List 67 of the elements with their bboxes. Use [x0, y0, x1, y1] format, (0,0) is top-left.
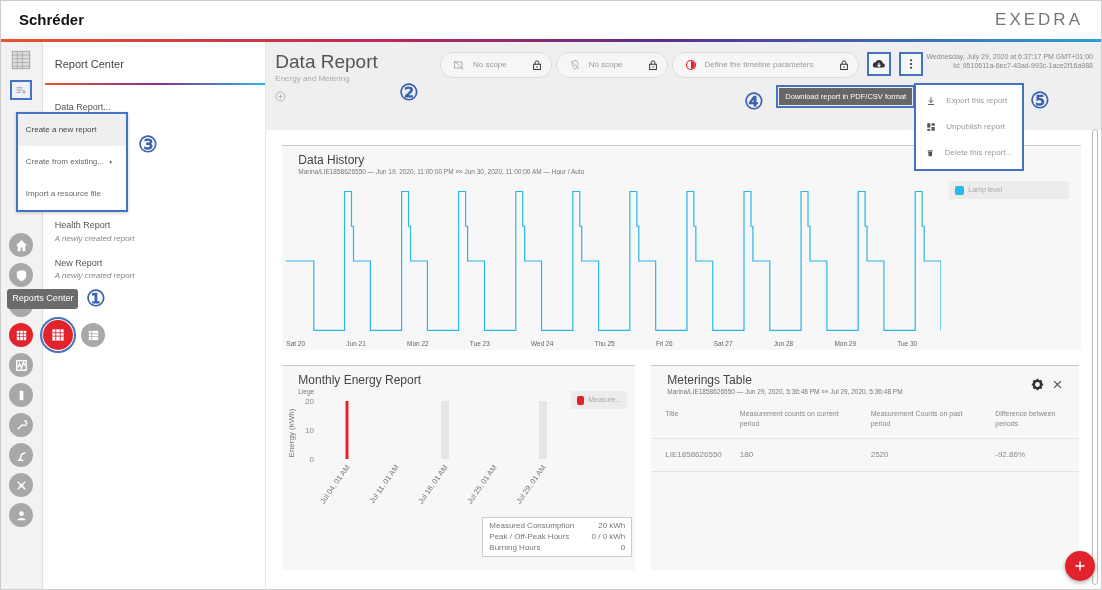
close-icon[interactable]	[1052, 379, 1064, 390]
dashboard-icon	[926, 122, 937, 132]
summary-value: 20 kWh	[598, 520, 626, 532]
user-button[interactable]	[9, 503, 34, 527]
drone-button[interactable]	[9, 473, 34, 497]
table-cell: -92.86%	[981, 438, 1080, 472]
report-description: A newly created report	[54, 232, 136, 245]
card-title: Meterings Table	[667, 374, 753, 388]
company-logo: Schréder	[19, 9, 85, 30]
scrollbar[interactable]	[1092, 129, 1098, 585]
tick-label: 0	[309, 454, 315, 464]
lock-icon	[530, 59, 543, 71]
table-cell: 180	[725, 438, 857, 472]
callout-number: ④	[744, 91, 765, 113]
plus-icon	[1074, 560, 1086, 572]
report-name: New Report	[54, 256, 104, 270]
chart-icon	[13, 357, 29, 373]
add-circle-icon	[275, 90, 287, 102]
add-button[interactable]	[1065, 551, 1095, 581]
report-name: Data Report...	[54, 100, 112, 114]
tick-label: 20	[305, 396, 315, 406]
add-report-button[interactable]	[10, 80, 33, 100]
card-title: Data History	[298, 154, 366, 168]
callout-number: ③	[137, 134, 158, 156]
trash-icon	[926, 148, 935, 158]
menu-item[interactable]: Create a new report	[17, 114, 126, 146]
tooltip: Reports Center	[7, 289, 79, 309]
report-item[interactable]: New Report A newly created report	[42, 256, 266, 282]
home-icon	[13, 237, 29, 253]
tick-label: 10	[305, 425, 315, 435]
location-off-icon	[568, 59, 581, 71]
cloud-download-icon	[871, 57, 886, 71]
report-subtitle: Energy and Metering	[275, 72, 351, 85]
home-button[interactable]	[9, 233, 34, 257]
device-off-icon	[452, 59, 465, 71]
more-options-button[interactable]	[898, 52, 923, 76]
summary-label: Measured Consumption	[489, 520, 575, 532]
shield-button[interactable]	[9, 263, 34, 287]
report-grid-icon	[11, 50, 32, 70]
report-item[interactable]: Data Report...	[42, 100, 266, 114]
panel-title: Report Center	[53, 57, 125, 72]
callout-number: ①	[86, 288, 107, 310]
report-title: Data Report	[275, 52, 378, 73]
report-description: A newly created report	[54, 270, 136, 282]
summary-label: Peak / Off-Peak Hours	[489, 531, 570, 543]
lock-icon	[646, 59, 659, 71]
axis-title: Energy (kWh)	[287, 408, 297, 458]
product-logo: EXEDRA	[995, 9, 1083, 32]
report-name: Health Report	[54, 219, 112, 232]
settings-icon[interactable]	[1031, 378, 1045, 391]
menu-item[interactable]: Create from existing...	[17, 146, 126, 178]
table-cell: 2520	[856, 438, 982, 472]
summary-value: 0 / 0 kWh	[591, 531, 626, 543]
download-icon	[926, 96, 937, 106]
callout-number: ⑤	[1030, 90, 1051, 112]
summary-value: 0	[620, 542, 626, 554]
summary-label: Burning Hours	[489, 542, 541, 554]
lock-icon	[837, 59, 850, 71]
menu-item[interactable]: Import a resource file	[17, 178, 126, 210]
remote-button[interactable]	[9, 383, 34, 407]
callout-number: ②	[399, 82, 420, 104]
download-button[interactable]	[866, 52, 891, 76]
card-title: Monthly Energy Report	[298, 374, 423, 388]
list-add-icon	[14, 84, 29, 96]
report-item[interactable]: Health Report A newly created report	[42, 219, 266, 245]
table-cell: LIE1858626550	[651, 438, 726, 472]
chart-button[interactable]	[9, 353, 34, 377]
